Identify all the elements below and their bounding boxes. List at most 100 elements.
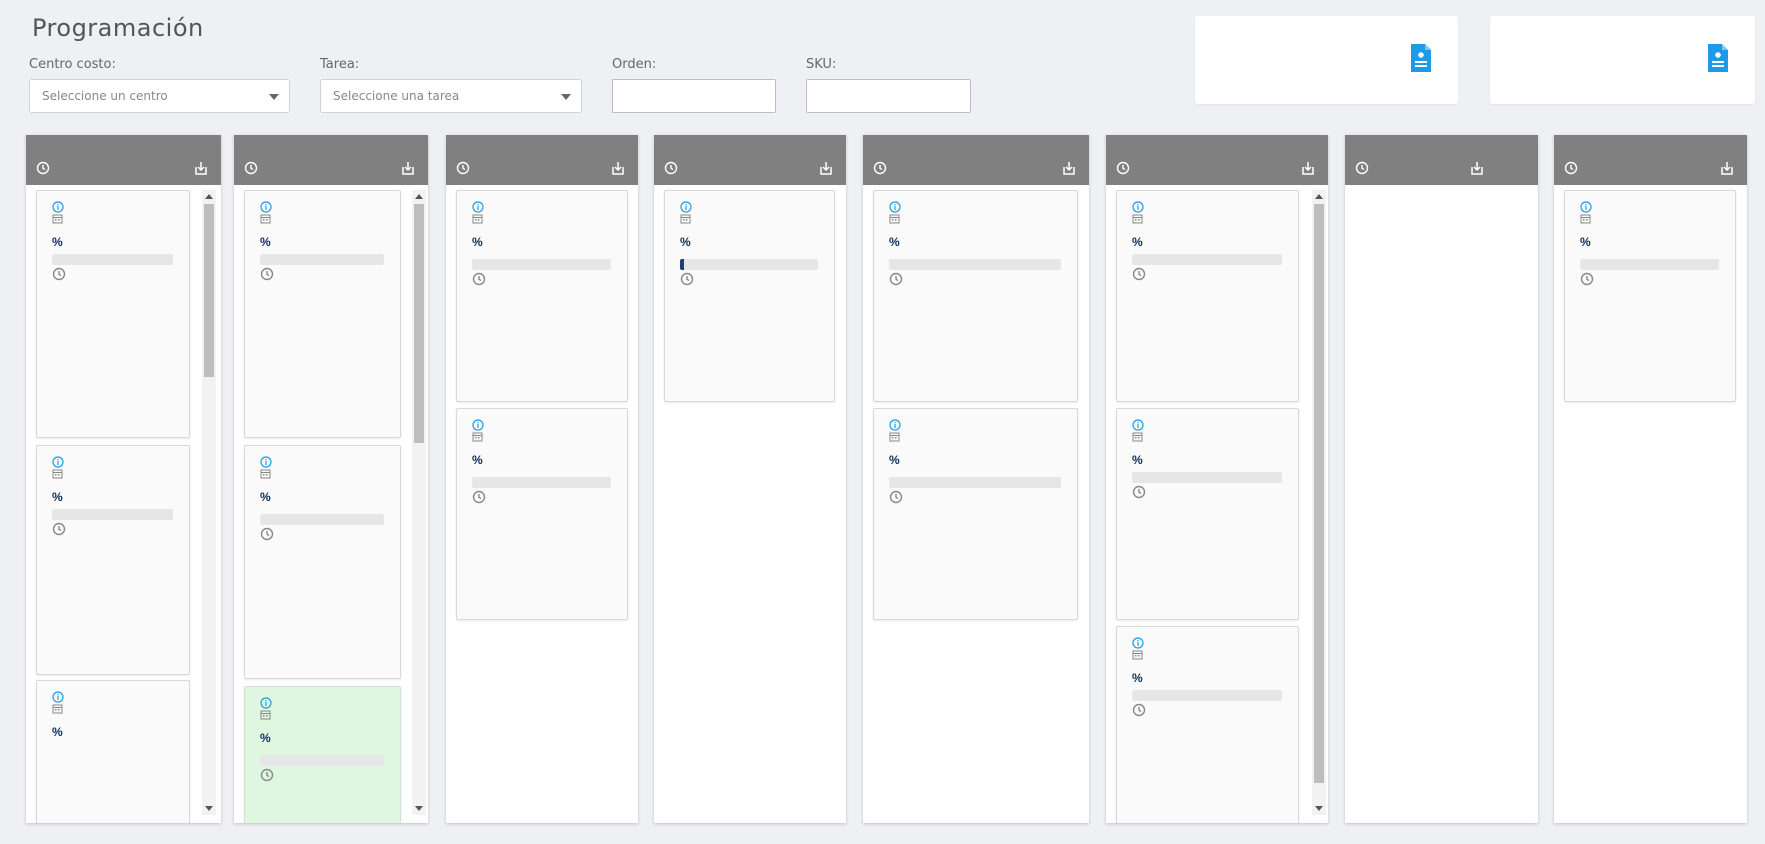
task-name: %	[680, 232, 824, 256]
fecha-line	[1132, 213, 1288, 224]
info-icon	[889, 201, 901, 213]
column-impresion: %%%	[234, 135, 428, 823]
card-content: %	[680, 201, 824, 286]
order-card[interactable]: %	[1116, 190, 1299, 402]
order-card[interactable]: %	[873, 190, 1078, 402]
scroll-down-icon[interactable]	[1315, 806, 1323, 811]
download-icon[interactable]	[1061, 161, 1077, 176]
order-card[interactable]: %	[36, 680, 190, 823]
task-name: %	[889, 450, 1067, 474]
progress-row	[889, 256, 1067, 272]
column-estampado	[1345, 135, 1538, 823]
order-card[interactable]: %	[36, 190, 190, 438]
report-button-2[interactable]	[1490, 16, 1755, 104]
download-icon[interactable]	[1719, 161, 1735, 176]
clock-icon	[1116, 161, 1130, 175]
scroll-up-icon[interactable]	[205, 194, 213, 199]
progress-bar	[1132, 689, 1282, 701]
download-icon[interactable]	[818, 161, 834, 176]
order-card[interactable]: %	[244, 190, 401, 438]
column-scrollbar[interactable]	[202, 190, 216, 815]
column-body: %%%	[234, 185, 428, 823]
document-report-icon	[1408, 42, 1434, 74]
scroll-up-icon[interactable]	[415, 194, 423, 199]
orden-input[interactable]	[612, 79, 776, 113]
column-scrollbar[interactable]	[1312, 190, 1326, 815]
order-card[interactable]: %	[664, 190, 835, 402]
order-number	[260, 456, 390, 468]
fecha-line	[1580, 213, 1725, 224]
centro-costo-label: Centro costo:	[29, 57, 116, 72]
progress-row	[889, 474, 1067, 490]
clock-icon	[1580, 272, 1594, 286]
download-icon[interactable]	[193, 161, 209, 176]
centro-costo-select[interactable]: Seleccione un centro	[29, 79, 290, 113]
scroll-down-icon[interactable]	[205, 806, 213, 811]
scroll-up-icon[interactable]	[1315, 194, 1323, 199]
clock-icon	[456, 161, 470, 175]
column-brillo: %%	[446, 135, 638, 823]
order-card[interactable]: %	[873, 408, 1078, 620]
order-card[interactable]: %	[244, 686, 401, 823]
progress-row	[260, 251, 390, 267]
card-content: %	[889, 419, 1067, 504]
column-body: %	[654, 185, 846, 823]
report-button-1[interactable]	[1195, 16, 1458, 104]
progress-row	[1132, 251, 1288, 267]
total-hours-label	[1132, 703, 1288, 717]
column-hours	[1564, 161, 1582, 175]
calendar-icon	[52, 468, 63, 479]
scroll-down-icon[interactable]	[415, 806, 423, 811]
scroll-thumb[interactable]	[204, 204, 214, 378]
download-icon[interactable]	[1300, 161, 1316, 176]
task-name: %	[260, 728, 390, 752]
sku-input[interactable]	[806, 79, 971, 113]
fecha-line	[680, 213, 824, 224]
fecha-line	[889, 213, 1067, 224]
info-icon	[1580, 201, 1592, 213]
download-icon[interactable]	[1469, 161, 1485, 176]
progress-bar	[260, 754, 384, 766]
total-hours-label	[472, 490, 617, 504]
total-hours-label	[52, 267, 179, 281]
clock-icon	[1564, 161, 1578, 175]
order-card[interactable]: %	[1116, 626, 1299, 823]
order-card[interactable]: %	[456, 190, 628, 402]
total-hours-label	[260, 768, 390, 782]
order-card[interactable]: %	[1116, 408, 1299, 620]
order-number	[1132, 419, 1288, 431]
order-card[interactable]: %	[1564, 190, 1736, 402]
progress-row	[260, 511, 390, 527]
total-hours-label	[680, 272, 824, 286]
column-hours	[36, 161, 54, 175]
column-troquelado-thompson3: %%%	[1106, 135, 1328, 823]
info-icon	[52, 456, 64, 468]
progress-row	[472, 474, 617, 490]
scroll-thumb[interactable]	[1314, 204, 1324, 784]
column-corte: %%%	[26, 135, 221, 823]
task-name: %	[1132, 450, 1288, 469]
info-icon	[260, 201, 272, 213]
fecha-line	[52, 213, 179, 224]
card-content: %	[472, 419, 617, 504]
order-card[interactable]: %	[244, 445, 401, 679]
percent-icon: %	[1132, 235, 1143, 249]
progress-row	[52, 506, 179, 522]
clock-icon	[889, 490, 903, 504]
total-hours-label	[260, 527, 390, 541]
percent-icon: %	[472, 235, 483, 249]
download-icon[interactable]	[400, 161, 416, 176]
column-hours	[873, 161, 891, 175]
order-card[interactable]: %	[456, 408, 628, 620]
scroll-thumb[interactable]	[414, 204, 424, 443]
card-content: %	[1132, 419, 1288, 499]
progress-bar	[472, 258, 611, 270]
total-hours-label	[472, 272, 617, 286]
download-icon[interactable]	[610, 161, 626, 176]
tarea-select[interactable]: Seleccione una tarea	[320, 79, 582, 113]
column-scrollbar[interactable]	[412, 190, 426, 815]
clock-icon	[52, 522, 66, 536]
calendar-icon	[52, 703, 63, 714]
percent-icon: %	[889, 453, 900, 467]
order-card[interactable]: %	[36, 445, 190, 675]
